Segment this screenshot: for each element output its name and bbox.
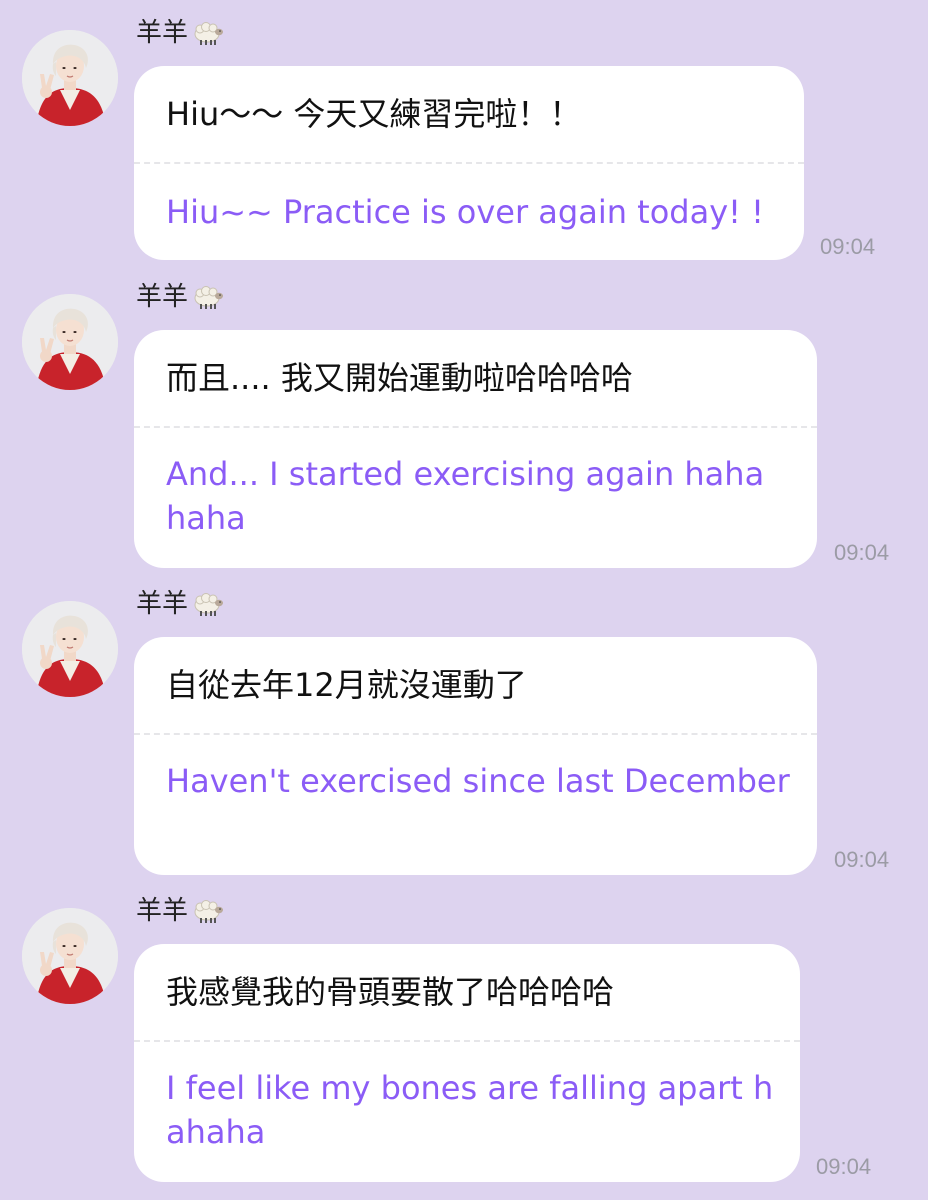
sender-name: 羊羊: [136, 587, 224, 621]
sender-name: 羊羊: [136, 16, 224, 50]
original-text: 我感覺我的骨頭要散了哈哈哈哈: [166, 973, 615, 1011]
original-text: 自從去年12月就沒運動了: [166, 666, 527, 704]
sheep-icon: [190, 18, 224, 46]
message-bubble[interactable]: 我感覺我的骨頭要散了哈哈哈哈 I feel like my bones are …: [134, 944, 800, 1182]
translation-divider: [134, 733, 817, 735]
message-bubble[interactable]: 自從去年12月就沒運動了 Haven't exercised since las…: [134, 637, 817, 875]
message-time: 09:04: [820, 234, 876, 259]
sender-name-text: 羊羊: [136, 18, 189, 48]
chat-thread: 羊羊 Hiu～～ 今天又練習完啦！！ Hiu~~ Practice is ove…: [0, 0, 928, 1200]
translation-text: Haven't exercised since last December: [166, 762, 790, 800]
message-bubble[interactable]: 而且.... 我又開始運動啦哈哈哈哈 And... I started exer…: [134, 330, 817, 568]
message-time: 09:04: [834, 847, 890, 872]
avatar[interactable]: [22, 30, 118, 126]
sender-name-text: 羊羊: [136, 282, 189, 312]
original-text: Hiu～～ 今天又練習完啦！！: [166, 95, 582, 133]
sheep-icon: [190, 896, 224, 924]
sender-name: 羊羊: [136, 280, 224, 314]
sheep-icon: [190, 589, 224, 617]
sender-name-text: 羊羊: [136, 896, 189, 926]
sheep-icon: [190, 282, 224, 310]
avatar[interactable]: [22, 601, 118, 697]
translation-text: I feel like my bones are falling apart h…: [166, 1069, 774, 1151]
translation-text: And... I started exercising again haha h…: [166, 455, 765, 537]
original-text: 而且.... 我又開始運動啦哈哈哈哈: [166, 359, 633, 397]
message-time: 09:04: [816, 1154, 872, 1179]
message-time: 09:04: [834, 540, 890, 565]
translation-divider: [134, 426, 817, 428]
sender-name: 羊羊: [136, 894, 224, 928]
translation-divider: [134, 1040, 800, 1042]
translation-text: Hiu~~ Practice is over again today! !: [166, 193, 764, 231]
avatar[interactable]: [22, 908, 118, 1004]
sender-name-text: 羊羊: [136, 589, 189, 619]
translation-divider: [134, 162, 804, 164]
avatar[interactable]: [22, 294, 118, 390]
message-bubble[interactable]: Hiu～～ 今天又練習完啦！！ Hiu~~ Practice is over a…: [134, 66, 804, 260]
